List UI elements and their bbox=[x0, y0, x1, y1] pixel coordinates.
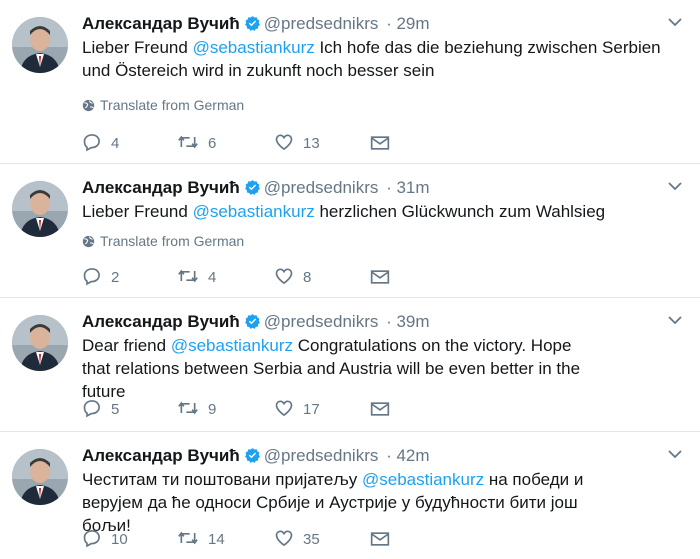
tweet-text: Lieber Freund @sebastiankurz Ich hofe da… bbox=[82, 36, 682, 82]
heart-icon bbox=[275, 400, 293, 417]
display-name[interactable]: Александар Вучић bbox=[82, 178, 240, 197]
mention-link[interactable]: @sebastiankurz bbox=[362, 470, 484, 489]
heart-icon bbox=[275, 530, 293, 547]
heart-icon bbox=[275, 134, 293, 151]
tweet[interactable]: Александар Вучић @predsednikrs · 29m Lieb… bbox=[0, 0, 700, 164]
retweet-count: 6 bbox=[208, 135, 217, 152]
retweet-button[interactable]: 6 bbox=[177, 132, 216, 156]
direct-message-button[interactable] bbox=[370, 398, 399, 422]
tweet[interactable]: Александар Вучић @predsednikrs · 31m Lieb… bbox=[0, 164, 700, 298]
timestamp[interactable]: · 31m bbox=[386, 178, 429, 197]
timestamp[interactable]: · 39m bbox=[386, 312, 429, 331]
avatar[interactable] bbox=[12, 315, 68, 371]
envelope-icon bbox=[370, 270, 390, 284]
reply-count: 5 bbox=[111, 401, 120, 418]
avatar[interactable] bbox=[12, 181, 68, 237]
display-name[interactable]: Александар Вучић bbox=[82, 14, 240, 33]
reply-count: 4 bbox=[111, 135, 120, 152]
globe-icon bbox=[82, 235, 95, 248]
avatar[interactable] bbox=[12, 17, 68, 73]
tweet-text-part: herzlichen Glückwunch zum Wahlsieg bbox=[314, 202, 606, 221]
reply-button[interactable]: 4 bbox=[82, 132, 119, 156]
reply-icon bbox=[83, 268, 100, 286]
tweet-text-part: Lieber Freund bbox=[82, 38, 193, 57]
retweet-icon bbox=[178, 135, 198, 149]
translate-link[interactable]: Translate from German bbox=[82, 232, 244, 250]
tweet-text-part: Dear friend bbox=[82, 336, 171, 355]
profile-photo-icon bbox=[12, 181, 68, 237]
profile-photo-icon bbox=[12, 315, 68, 371]
timestamp[interactable]: · 29m bbox=[386, 14, 429, 33]
translate-label[interactable]: Translate from German bbox=[100, 233, 244, 249]
envelope-icon bbox=[370, 402, 390, 416]
chevron-down-icon[interactable] bbox=[668, 312, 682, 330]
reply-icon bbox=[83, 400, 100, 418]
retweet-count: 14 bbox=[208, 531, 225, 548]
reply-icon bbox=[83, 134, 100, 152]
mention-link[interactable]: @sebastiankurz bbox=[193, 202, 315, 221]
reply-count: 10 bbox=[111, 531, 128, 548]
chevron-down-icon[interactable] bbox=[668, 178, 682, 196]
envelope-icon bbox=[370, 532, 390, 546]
retweet-count: 4 bbox=[208, 269, 217, 286]
translate-link[interactable]: Translate from German bbox=[82, 96, 244, 114]
chevron-down-icon[interactable] bbox=[668, 446, 682, 464]
avatar[interactable] bbox=[12, 449, 68, 505]
display-name[interactable]: Александар Вучић bbox=[82, 312, 240, 331]
like-button[interactable]: 8 bbox=[274, 266, 311, 290]
like-button[interactable]: 35 bbox=[274, 528, 320, 552]
reply-button[interactable]: 5 bbox=[82, 398, 119, 422]
tweet[interactable]: Александар Вучић @predsednikrs · 42m Чест… bbox=[0, 432, 700, 559]
tweet-text: Честитам ти поштовани пријатељу @sebasti… bbox=[82, 468, 602, 537]
reply-count: 2 bbox=[111, 269, 120, 286]
mention-link[interactable]: @sebastiankurz bbox=[193, 38, 315, 57]
mention-link[interactable]: @sebastiankurz bbox=[171, 336, 293, 355]
like-count: 17 bbox=[303, 401, 320, 418]
retweet-count: 9 bbox=[208, 401, 217, 418]
retweet-icon bbox=[178, 401, 198, 415]
handle[interactable]: @predsednikrs bbox=[264, 14, 379, 33]
direct-message-button[interactable] bbox=[370, 132, 399, 156]
like-button[interactable]: 17 bbox=[274, 398, 320, 422]
retweet-icon bbox=[178, 269, 198, 283]
handle[interactable]: @predsednikrs bbox=[264, 312, 379, 331]
like-button[interactable]: 13 bbox=[274, 132, 320, 156]
chevron-down-icon[interactable] bbox=[668, 14, 682, 32]
retweet-button[interactable]: 4 bbox=[177, 266, 216, 290]
reply-button[interactable]: 2 bbox=[82, 266, 119, 290]
profile-photo-icon bbox=[12, 449, 68, 505]
globe-icon bbox=[82, 99, 95, 112]
like-count: 35 bbox=[303, 531, 320, 548]
reply-button[interactable]: 10 bbox=[82, 528, 128, 552]
direct-message-button[interactable] bbox=[370, 266, 399, 290]
retweet-icon bbox=[178, 531, 198, 545]
profile-photo-icon bbox=[12, 17, 68, 73]
retweet-button[interactable]: 14 bbox=[177, 528, 225, 552]
like-count: 13 bbox=[303, 135, 320, 152]
tweet-text: Lieber Freund @sebastiankurz herzlichen … bbox=[82, 200, 682, 223]
reply-icon bbox=[83, 530, 100, 548]
direct-message-button[interactable] bbox=[370, 528, 399, 552]
tweet-text-part: Lieber Freund bbox=[82, 202, 193, 221]
handle[interactable]: @predsednikrs bbox=[264, 446, 379, 465]
translate-label[interactable]: Translate from German bbox=[100, 97, 244, 113]
envelope-icon bbox=[370, 136, 390, 150]
tweet[interactable]: Александар Вучић @predsednikrs · 39m Dear… bbox=[0, 298, 700, 432]
tweet-text-part: Честитам ти поштовани пријатељу bbox=[82, 470, 362, 489]
handle[interactable]: @predsednikrs bbox=[264, 178, 379, 197]
tweet-text: Dear friend @sebastiankurz Congratulatio… bbox=[82, 334, 602, 403]
like-count: 8 bbox=[303, 269, 312, 286]
heart-icon bbox=[275, 268, 293, 285]
retweet-button[interactable]: 9 bbox=[177, 398, 216, 422]
display-name[interactable]: Александар Вучић bbox=[82, 446, 240, 465]
timestamp[interactable]: · 42m bbox=[386, 446, 429, 465]
